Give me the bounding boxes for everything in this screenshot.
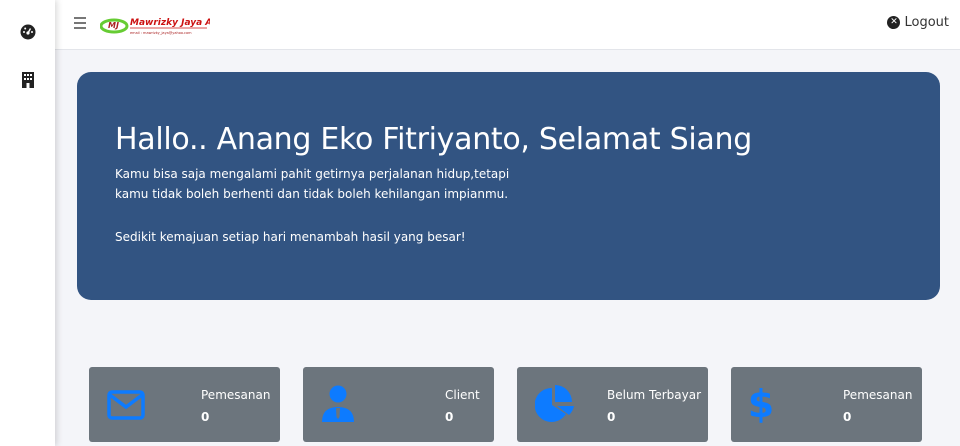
card-value: 0 <box>843 410 852 424</box>
svg-text:$: $ <box>749 384 773 424</box>
card-value: 0 <box>607 410 616 424</box>
dollar-icon: $ <box>749 384 773 424</box>
pie-chart-icon <box>535 385 574 422</box>
company-logo: MJ Mawrizky Jaya Adv. email : mawrizky_j… <box>100 18 210 35</box>
svg-text:MJ: MJ <box>108 21 119 30</box>
card-label: Belum Terbayar <box>607 388 702 402</box>
motto-text: Sedikit kemajuan setiap hari menambah ha… <box>115 230 466 244</box>
envelope-icon <box>107 390 145 420</box>
svg-text:Mawrizky Jaya Adv.: Mawrizky Jaya Adv. <box>130 18 210 28</box>
sidebar <box>0 0 55 446</box>
topbar: MJ Mawrizky Jaya Adv. email : mawrizky_j… <box>55 0 960 50</box>
card-label: Pemesanan <box>201 388 271 402</box>
menu-toggle-icon[interactable] <box>74 17 86 32</box>
stat-card-pemesanan[interactable]: Pemesanan 0 <box>89 367 280 442</box>
stat-card-pemesanan-payment[interactable]: $ Pemesanan 0 <box>731 367 922 442</box>
greeting-title: Hallo.. Anang Eko Fitriyanto, Selamat Si… <box>115 122 752 157</box>
stat-card-belum-terbayar[interactable]: Belum Terbayar 0 <box>517 367 708 442</box>
building-icon <box>22 72 34 88</box>
card-label: Pemesanan <box>843 388 913 402</box>
close-circle-icon: ✕ <box>887 16 901 29</box>
quote-text: Kamu bisa saja mengalami pahit getirnya … <box>115 167 510 201</box>
svg-text:email : mawrizky_jaya@yahoo.co: email : mawrizky_jaya@yahoo.com <box>130 31 192 35</box>
sidebar-item-dashboard[interactable] <box>18 22 38 42</box>
sidebar-item-company[interactable] <box>18 70 38 90</box>
tachometer-icon <box>20 24 36 40</box>
card-label: Client <box>445 388 480 402</box>
card-value: 0 <box>201 410 210 424</box>
stat-card-client[interactable]: Client 0 <box>303 367 494 442</box>
user-tie-icon <box>322 385 354 422</box>
logout-button[interactable]: ✕ Logout <box>887 15 949 30</box>
logout-label: Logout <box>904 15 949 30</box>
welcome-banner: Hallo.. Anang Eko Fitriyanto, Selamat Si… <box>77 72 940 300</box>
card-value: 0 <box>445 410 454 424</box>
